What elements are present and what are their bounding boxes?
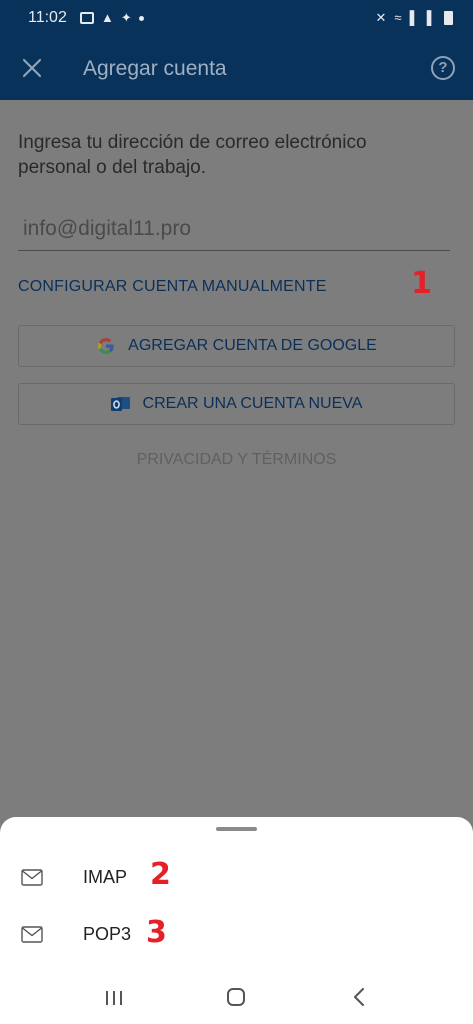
wifi-icon: ≈	[394, 10, 402, 25]
page-title: Agregar cuenta	[83, 57, 227, 80]
gallery-icon	[80, 12, 94, 24]
app-bar: Agregar cuenta ?	[0, 36, 473, 100]
battery-icon	[444, 11, 453, 25]
signal-icon: ▌	[426, 10, 436, 25]
status-right-icons: ✕ ≈ ▌ ▌	[376, 10, 453, 26]
mail-icon	[21, 869, 43, 886]
email-field[interactable]	[18, 207, 450, 251]
step-1-marker: 1	[411, 266, 432, 301]
system-nav-bar	[0, 970, 473, 1024]
status-left-icons: ▲ ✦	[80, 10, 144, 26]
sheet-drag-handle[interactable]	[216, 827, 257, 831]
recent-apps-icon[interactable]	[105, 990, 123, 1006]
twitter-icon: ✦	[120, 10, 132, 25]
step-3-marker: 3	[146, 915, 167, 950]
dot-icon	[138, 15, 144, 21]
google-icon	[96, 336, 116, 356]
status-time: 11:02	[28, 9, 67, 26]
intro-text: Ingresa tu dirección de correo electróni…	[18, 132, 367, 178]
help-icon[interactable]: ?	[431, 56, 455, 80]
create-new-account-button[interactable]: CREAR UNA CUENTA NUEVA	[18, 383, 455, 425]
imap-label: IMAP	[83, 867, 128, 887]
app-icon: ▲	[101, 10, 114, 25]
outlook-icon	[110, 395, 131, 413]
privacy-terms-link[interactable]: PRIVACIDAD Y TÉRMINOS	[18, 451, 455, 469]
step-2-marker: 2	[150, 857, 171, 892]
mute-icon: ✕	[375, 10, 387, 25]
close-icon[interactable]	[20, 56, 44, 80]
status-bar: 11:02 ▲ ✦ ✕ ≈ ▌ ▌	[0, 0, 473, 36]
signal-icon: ▌	[409, 10, 419, 25]
create-new-account-label: CREAR UNA CUENTA NUEVA	[142, 395, 363, 412]
mail-icon	[21, 926, 43, 943]
add-google-account-label: AGREGAR CUENTA DE GOOGLE	[128, 337, 377, 354]
add-google-account-button[interactable]: AGREGAR CUENTA DE GOOGLE	[18, 325, 455, 367]
pop3-label: POP3	[83, 924, 132, 944]
back-icon[interactable]	[352, 988, 366, 1006]
pop3-option[interactable]: POP3 3	[0, 907, 473, 963]
manual-setup-link[interactable]: CONFIGURAR CUENTA MANUALMENTE	[18, 278, 327, 296]
home-icon[interactable]	[227, 988, 245, 1006]
imap-option[interactable]: IMAP 2	[0, 850, 473, 906]
